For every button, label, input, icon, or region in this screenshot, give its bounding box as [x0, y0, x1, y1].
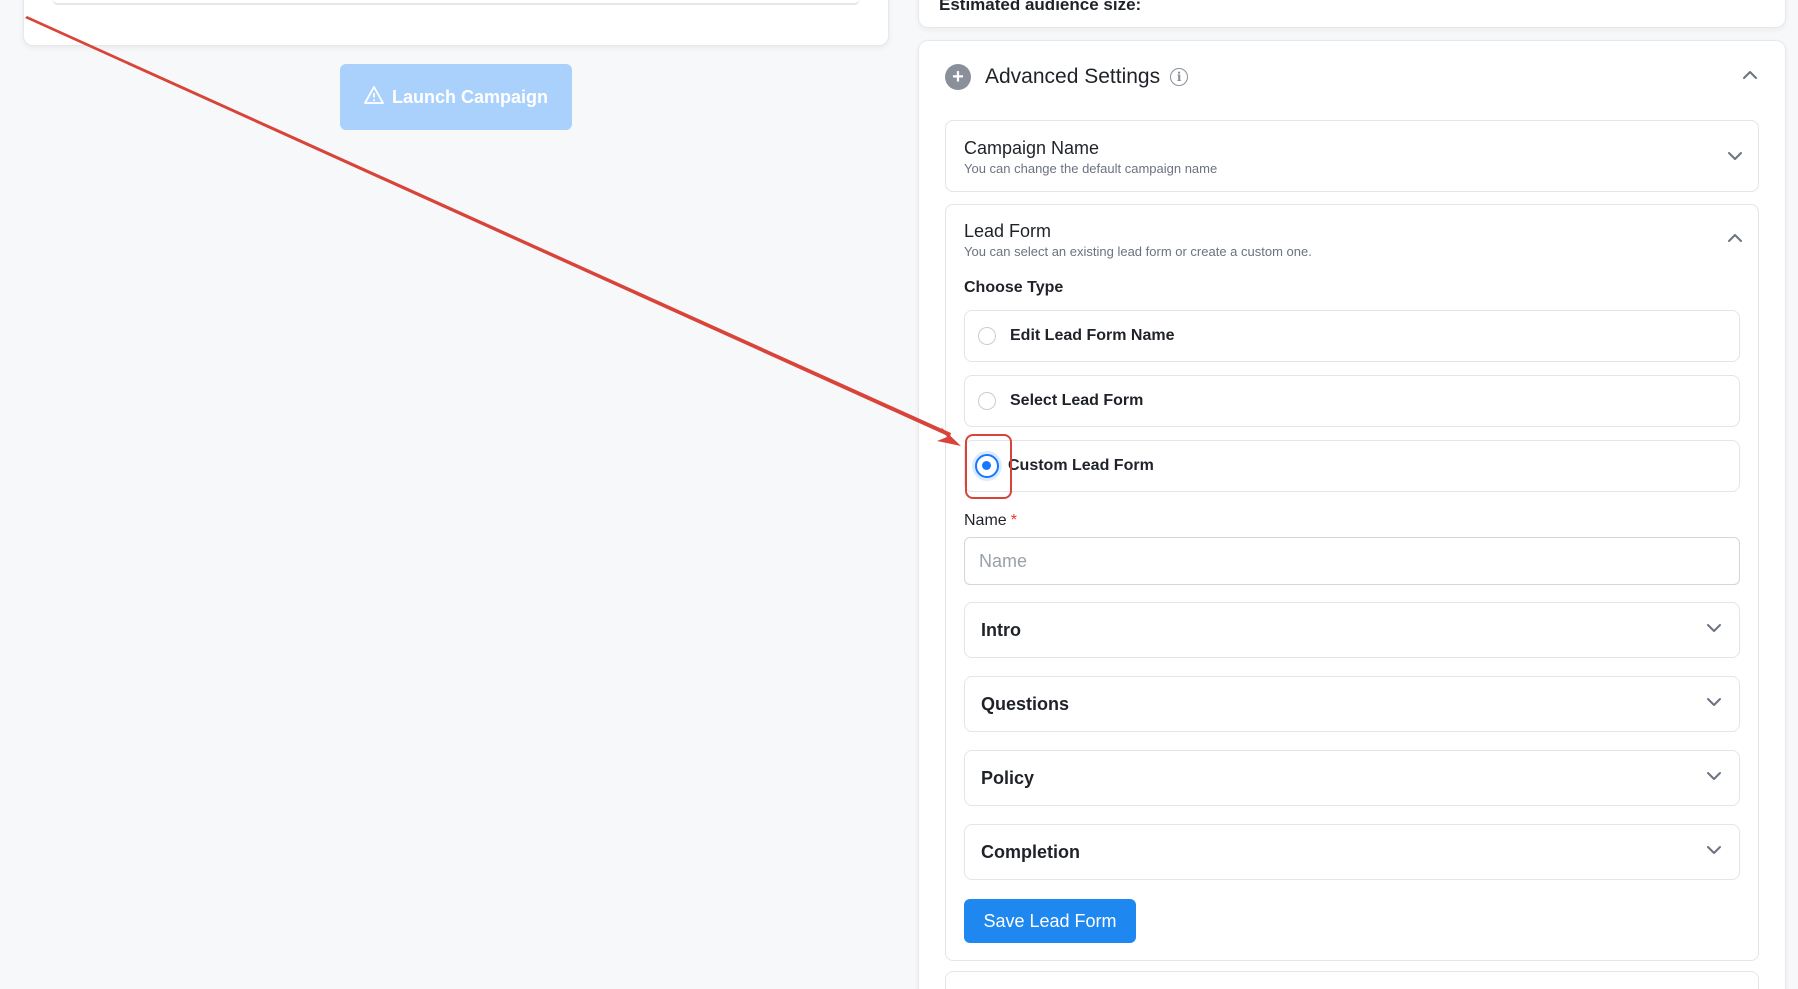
name-field-label: Name *	[964, 512, 1017, 530]
campaign-name-subtitle: You can change the default campaign name	[964, 161, 1218, 176]
radio-option-select-lead-form[interactable]: Select Lead Form	[964, 375, 1740, 427]
plus-circle-icon: +	[945, 64, 971, 90]
advanced-settings-title: Advanced Settings	[985, 65, 1161, 88]
choose-type-label: Choose Type	[964, 279, 1064, 296]
radio-label: Custom Lead Form	[1008, 457, 1154, 474]
radio-label: Select Lead Form	[1010, 392, 1144, 409]
radio-option-edit-lead-form-name[interactable]: Edit Lead Form Name	[964, 310, 1740, 362]
name-label-text: Name	[964, 512, 1007, 529]
required-marker: *	[1010, 512, 1017, 529]
annotation-highlight-box	[965, 434, 1012, 499]
left-card	[23, 0, 889, 46]
policy-label: Policy	[981, 767, 1035, 788]
intro-collapsible[interactable]: Intro	[964, 602, 1740, 658]
chevron-down-icon[interactable]	[1726, 147, 1744, 170]
chevron-down-icon[interactable]	[1705, 619, 1723, 642]
campaign-name-section[interactable]: Campaign Name You can change the default…	[945, 120, 1759, 192]
intro-label: Intro	[981, 619, 1021, 640]
chevron-down-icon[interactable]	[1705, 767, 1723, 790]
audience-card: Estimated audience size:	[918, 0, 1786, 28]
lead-form-section: Lead Form You can select an existing lea…	[945, 204, 1759, 961]
completion-collapsible[interactable]: Completion	[964, 824, 1740, 880]
name-input[interactable]	[964, 537, 1740, 585]
chevron-up-icon[interactable]	[1741, 66, 1759, 89]
launch-campaign-button[interactable]: Launch Campaign	[340, 64, 572, 130]
radio-label: Edit Lead Form Name	[1010, 327, 1175, 344]
chevron-up-icon[interactable]	[1726, 229, 1744, 252]
advanced-settings-header[interactable]: + Advanced Settings i	[945, 59, 1759, 95]
warning-triangle-icon	[364, 85, 384, 110]
questions-collapsible[interactable]: Questions	[964, 676, 1740, 732]
campaign-name-title: Campaign Name	[964, 138, 1100, 158]
lead-form-title: Lead Form	[964, 221, 1052, 241]
radio-button[interactable]	[978, 327, 996, 345]
advanced-settings-card: + Advanced Settings i Campaign Name You …	[918, 40, 1786, 989]
save-lead-form-button[interactable]: Save Lead Form	[964, 899, 1136, 943]
radio-button[interactable]	[978, 392, 996, 410]
policy-collapsible[interactable]: Policy	[964, 750, 1740, 806]
launch-campaign-label: Launch Campaign	[391, 86, 548, 107]
lead-form-subtitle: You can select an existing lead form or …	[964, 244, 1312, 259]
radio-option-custom-lead-form[interactable]: Custom Lead Form	[964, 440, 1740, 492]
chevron-down-icon[interactable]	[1705, 693, 1723, 716]
next-section	[945, 971, 1759, 989]
info-icon[interactable]: i	[1170, 68, 1189, 86]
chevron-down-icon[interactable]	[1705, 841, 1723, 864]
completion-label: Completion	[981, 841, 1080, 862]
left-card-inner-field	[52, 0, 860, 5]
estimated-audience-label: Estimated audience size:	[939, 0, 1142, 14]
questions-label: Questions	[981, 693, 1070, 714]
